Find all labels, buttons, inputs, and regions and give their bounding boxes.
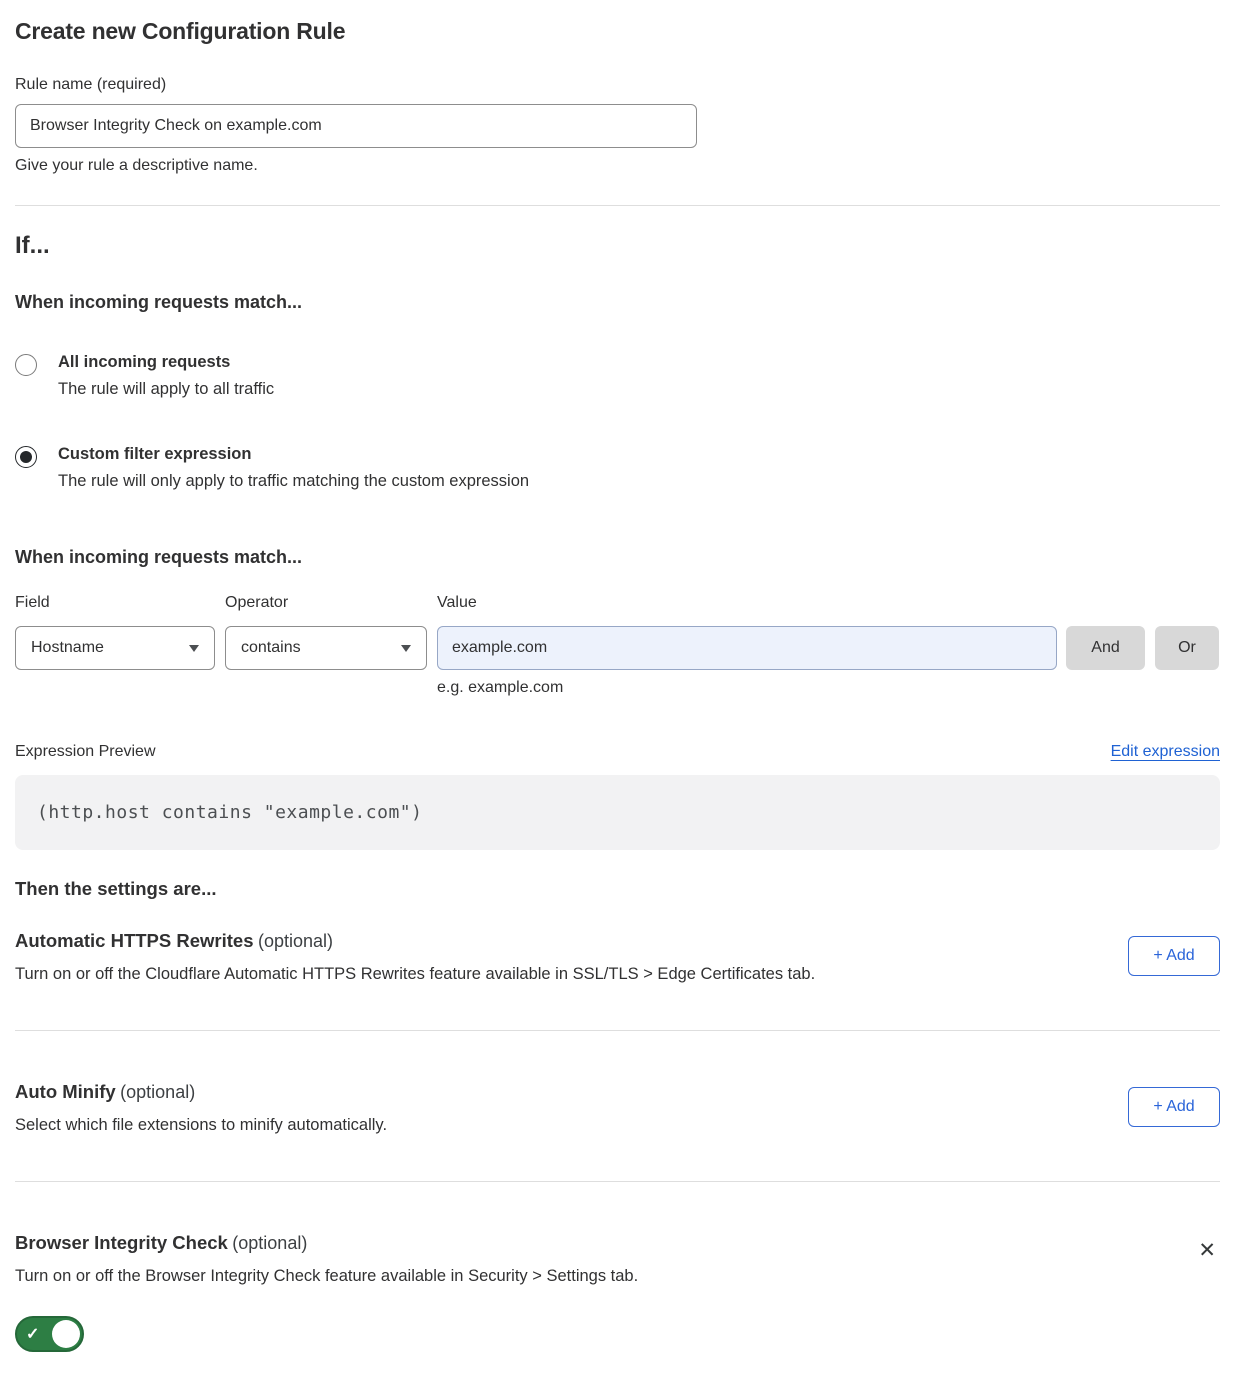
expression-builder-heading: When incoming requests match... — [15, 547, 1220, 568]
expression-code: (http.host contains "example.com") — [37, 802, 422, 823]
create-configuration-rule-page: Create new Configuration Rule Rule name … — [0, 0, 1237, 1382]
setting-description: Turn on or off the Browser Integrity Che… — [15, 1267, 638, 1286]
section-divider — [15, 1181, 1220, 1182]
toggle-knob — [52, 1320, 80, 1348]
chevron-down-icon — [401, 645, 411, 652]
operator-label: Operator — [225, 594, 427, 616]
add-auto-minify-button[interactable]: + Add — [1128, 1087, 1220, 1127]
setting-optional-tag: (optional) — [120, 1082, 195, 1102]
operator-select[interactable]: contains — [225, 626, 427, 670]
radio-option-label: All incoming requests — [58, 353, 274, 372]
expression-preview-header: Expression Preview Edit expression — [15, 743, 1220, 761]
field-label: Field — [15, 594, 215, 616]
add-automatic-https-rewrites-button[interactable]: + Add — [1128, 936, 1220, 976]
section-divider — [15, 1030, 1220, 1031]
setting-automatic-https-rewrites: Automatic HTTPS Rewrites (optional) Turn… — [15, 930, 1220, 984]
expression-preview-code-block: (http.host contains "example.com") — [15, 775, 1220, 850]
value-label: Value — [437, 594, 1057, 616]
chevron-down-icon — [189, 645, 199, 652]
incoming-requests-match-heading: When incoming requests match... — [15, 292, 1220, 313]
radio-option-all-incoming-requests[interactable]: All incoming requests The rule will appl… — [15, 353, 1220, 399]
setting-auto-minify: Auto Minify (optional) Select which file… — [15, 1081, 1220, 1135]
setting-browser-integrity-check: Browser Integrity Check (optional) Turn … — [15, 1232, 1220, 1352]
setting-title: Browser Integrity Check — [15, 1232, 228, 1253]
rule-name-input[interactable] — [15, 104, 697, 148]
radio-option-description: The rule will only apply to traffic matc… — [58, 472, 529, 491]
setting-optional-tag: (optional) — [232, 1233, 307, 1253]
rule-name-help: Give your rule a descriptive name. — [15, 157, 1220, 175]
field-select[interactable]: Hostname — [15, 626, 215, 670]
expression-builder-row: Field Hostname Operator contains Value e… — [15, 594, 1220, 697]
section-divider — [15, 205, 1220, 206]
edit-expression-link[interactable]: Edit expression — [1111, 743, 1220, 761]
radio-button-icon[interactable] — [15, 354, 37, 376]
setting-title: Automatic HTTPS Rewrites — [15, 930, 254, 951]
if-heading: If... — [15, 232, 1220, 260]
setting-description: Select which file extensions to minify a… — [15, 1116, 387, 1135]
setting-optional-tag: (optional) — [258, 931, 333, 951]
setting-title: Auto Minify — [15, 1081, 116, 1102]
browser-integrity-check-toggle[interactable]: ✓ — [15, 1316, 84, 1352]
operator-select-value: contains — [241, 639, 301, 657]
rule-name-group: Rule name (required) Give your rule a de… — [15, 76, 1220, 175]
and-button[interactable]: And — [1066, 626, 1145, 670]
radio-option-custom-filter-expression[interactable]: Custom filter expression The rule will o… — [15, 445, 1220, 491]
rule-name-label: Rule name (required) — [15, 76, 1220, 94]
radio-button-selected-icon[interactable] — [15, 446, 37, 468]
or-button[interactable]: Or — [1155, 626, 1219, 670]
page-title: Create new Configuration Rule — [15, 18, 1220, 45]
settings-heading: Then the settings are... — [15, 878, 1220, 900]
radio-option-description: The rule will apply to all traffic — [58, 380, 274, 399]
value-hint: e.g. example.com — [437, 679, 1057, 697]
value-input[interactable] — [437, 626, 1057, 670]
check-icon: ✓ — [26, 1324, 39, 1344]
close-icon[interactable]: ✕ — [1194, 1238, 1220, 1263]
setting-description: Turn on or off the Cloudflare Automatic … — [15, 965, 815, 984]
field-select-value: Hostname — [31, 639, 104, 657]
radio-option-label: Custom filter expression — [58, 445, 529, 464]
expression-preview-label: Expression Preview — [15, 743, 156, 761]
